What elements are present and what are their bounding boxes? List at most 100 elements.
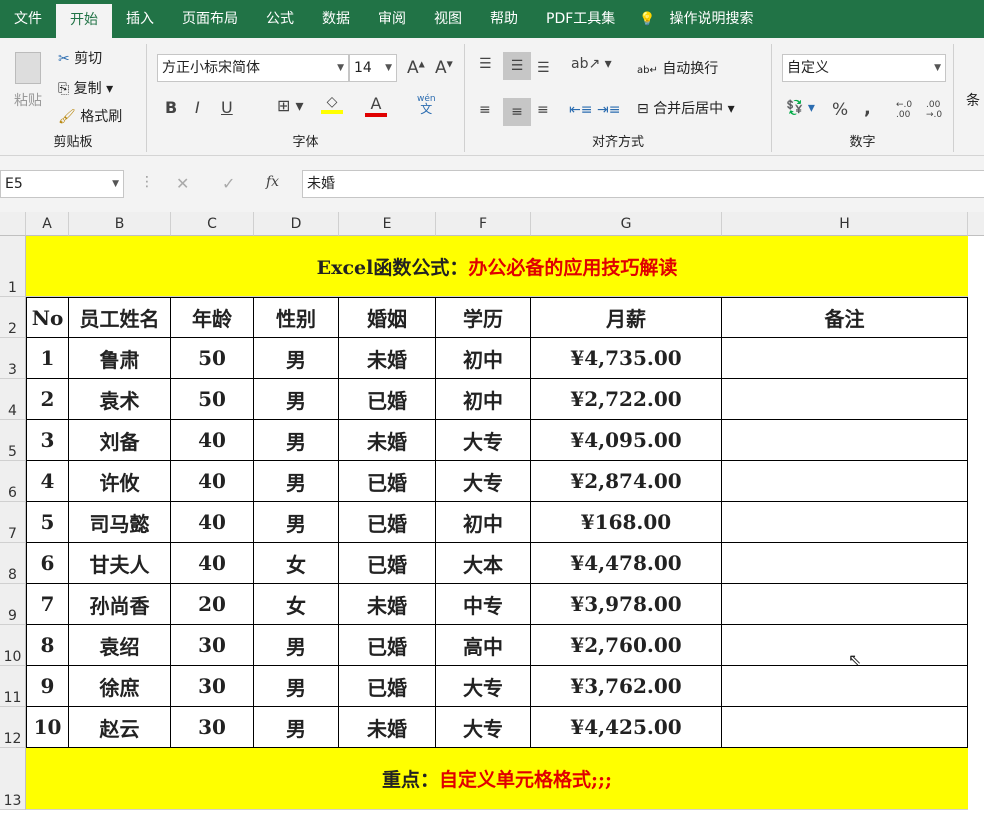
table-cell[interactable]: 女: [254, 543, 339, 584]
decrease-decimal-icon[interactable]: .00 →.0: [926, 100, 942, 120]
table-cell[interactable]: 7: [26, 584, 69, 625]
table-cell[interactable]: 未婚: [339, 338, 436, 379]
table-cell[interactable]: 已婚: [339, 543, 436, 584]
table-cell[interactable]: 孙尚香: [69, 584, 171, 625]
row-header-7[interactable]: 7: [0, 502, 26, 543]
insert-function-button[interactable]: fx: [266, 174, 279, 190]
paste-button[interactable]: 粘贴: [8, 48, 48, 128]
table-cell[interactable]: 男: [254, 707, 339, 748]
italic-button[interactable]: I: [195, 98, 200, 117]
tab-3[interactable]: 页面布局: [168, 0, 252, 38]
row-header-1[interactable]: 1: [0, 236, 26, 297]
header-cell[interactable]: 员工姓名: [69, 297, 171, 338]
table-cell[interactable]: 未婚: [339, 584, 436, 625]
row-header-8[interactable]: 8: [0, 543, 26, 584]
tab-6[interactable]: 审阅: [364, 0, 420, 38]
table-cell[interactable]: 已婚: [339, 502, 436, 543]
table-cell[interactable]: [722, 420, 968, 461]
name-box[interactable]: E5 ▼: [0, 170, 124, 198]
table-cell[interactable]: 已婚: [339, 461, 436, 502]
tab-5[interactable]: 数据: [308, 0, 364, 38]
table-cell[interactable]: 40: [171, 502, 254, 543]
conditional-format-button[interactable]: 条: [966, 90, 980, 110]
row-header-4[interactable]: 4: [0, 379, 26, 420]
tab-0[interactable]: 文件: [0, 0, 56, 38]
table-cell[interactable]: 30: [171, 625, 254, 666]
table-cell[interactable]: 高中: [436, 625, 531, 666]
column-header-F[interactable]: F: [436, 212, 531, 236]
table-cell[interactable]: 3: [26, 420, 69, 461]
increase-indent-icon[interactable]: ⇥≡: [597, 102, 620, 118]
table-cell[interactable]: [722, 707, 968, 748]
formula-input[interactable]: 未婚: [302, 170, 984, 198]
copy-button[interactable]: ⎘ 复制 ▾: [58, 78, 113, 98]
tab-10[interactable]: 操作说明搜索: [655, 0, 767, 38]
tab-8[interactable]: 帮助: [476, 0, 532, 38]
column-header-H[interactable]: H: [722, 212, 968, 236]
fill-color-icon[interactable]: ◇: [321, 94, 343, 114]
table-cell[interactable]: [722, 625, 968, 666]
table-cell[interactable]: [722, 584, 968, 625]
table-cell[interactable]: 徐庶: [69, 666, 171, 707]
table-cell[interactable]: 2: [26, 379, 69, 420]
table-cell[interactable]: 男: [254, 379, 339, 420]
column-header-A[interactable]: A: [26, 212, 69, 236]
table-cell[interactable]: 大专: [436, 707, 531, 748]
increase-font-icon[interactable]: A▲: [407, 58, 425, 78]
column-header-B[interactable]: B: [69, 212, 171, 236]
header-cell[interactable]: 月薪: [531, 297, 722, 338]
table-cell[interactable]: 初中: [436, 379, 531, 420]
table-cell[interactable]: ¥4,095.00: [531, 420, 722, 461]
table-cell[interactable]: 中专: [436, 584, 531, 625]
underline-button[interactable]: U: [221, 98, 233, 117]
table-cell[interactable]: [722, 338, 968, 379]
comma-button[interactable]: ,: [864, 98, 871, 119]
table-cell[interactable]: 8: [26, 625, 69, 666]
tab-2[interactable]: 插入: [112, 0, 168, 38]
table-cell[interactable]: 50: [171, 379, 254, 420]
table-cell[interactable]: 初中: [436, 502, 531, 543]
row-header-5[interactable]: 5: [0, 420, 26, 461]
table-cell[interactable]: 赵云: [69, 707, 171, 748]
table-cell[interactable]: 男: [254, 625, 339, 666]
bold-button[interactable]: B: [165, 98, 177, 117]
footer-cell[interactable]: 重点： 自定义单元格格式;;;: [26, 748, 968, 810]
table-cell[interactable]: 已婚: [339, 666, 436, 707]
table-cell[interactable]: 已婚: [339, 379, 436, 420]
table-cell[interactable]: ¥2,874.00: [531, 461, 722, 502]
table-cell[interactable]: 大专: [436, 461, 531, 502]
align-center-icon[interactable]: ≡: [503, 98, 531, 126]
tab-9[interactable]: PDF工具集: [532, 0, 629, 38]
decrease-indent-icon[interactable]: ⇤≡: [569, 102, 592, 118]
tab-4[interactable]: 公式: [252, 0, 308, 38]
table-cell[interactable]: 初中: [436, 338, 531, 379]
align-top-icon[interactable]: ☰: [479, 56, 492, 72]
row-header-9[interactable]: 9: [0, 584, 26, 625]
row-header-2[interactable]: 2: [0, 297, 26, 338]
table-cell[interactable]: 已婚: [339, 625, 436, 666]
table-cell[interactable]: ¥168.00: [531, 502, 722, 543]
table-cell[interactable]: 甘夫人: [69, 543, 171, 584]
table-cell[interactable]: ¥2,760.00: [531, 625, 722, 666]
column-header-G[interactable]: G: [531, 212, 722, 236]
enter-icon[interactable]: ✓: [222, 174, 235, 193]
table-cell[interactable]: [722, 543, 968, 584]
row-header-13[interactable]: 13: [0, 748, 26, 810]
table-cell[interactable]: [722, 502, 968, 543]
table-cell[interactable]: 女: [254, 584, 339, 625]
table-cell[interactable]: 大专: [436, 420, 531, 461]
table-cell[interactable]: 10: [26, 707, 69, 748]
table-cell[interactable]: 40: [171, 420, 254, 461]
header-cell[interactable]: 性别: [254, 297, 339, 338]
increase-decimal-icon[interactable]: ←.0.00: [896, 100, 912, 120]
select-all-corner[interactable]: [0, 212, 26, 236]
row-header-12[interactable]: 12: [0, 707, 26, 748]
title-cell[interactable]: Excel函数公式： 办公必备的应用技巧解读: [26, 236, 968, 297]
table-cell[interactable]: ¥3,762.00: [531, 666, 722, 707]
align-left-icon[interactable]: ≡: [479, 102, 491, 118]
table-cell[interactable]: 1: [26, 338, 69, 379]
table-cell[interactable]: ¥2,722.00: [531, 379, 722, 420]
table-cell[interactable]: 刘备: [69, 420, 171, 461]
align-middle-icon[interactable]: ☰: [503, 52, 531, 80]
orientation-icon[interactable]: ab↗ ▾: [571, 56, 612, 72]
